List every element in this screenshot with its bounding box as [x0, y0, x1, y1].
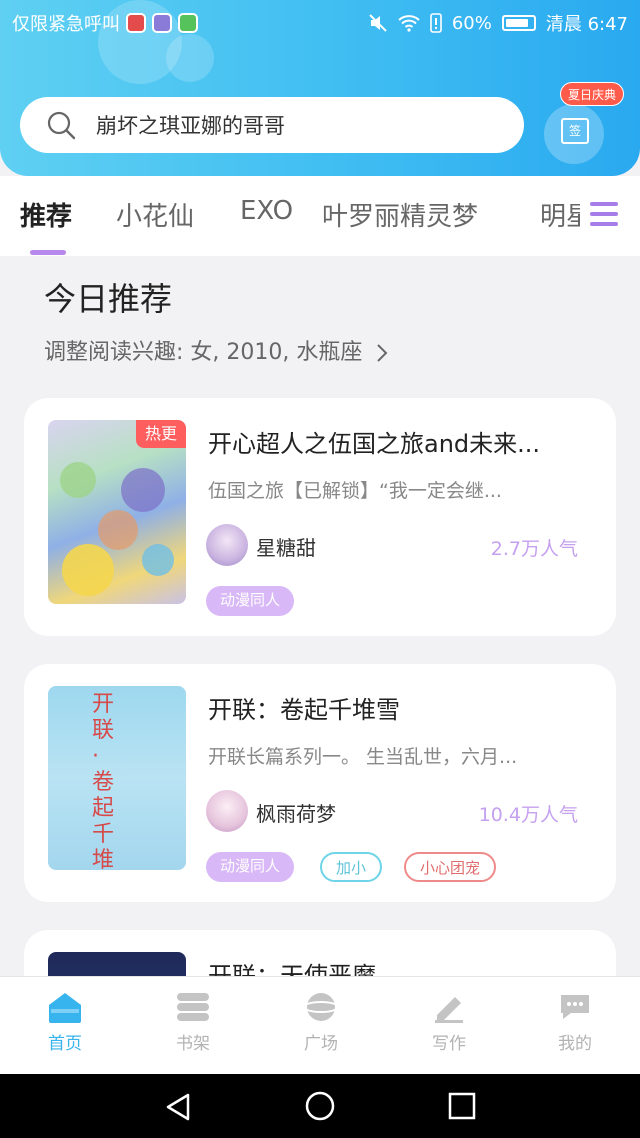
tag[interactable]: 加小: [320, 852, 383, 882]
tab-star[interactable]: 明星: [540, 196, 580, 233]
popularity-count: 2.7万人气: [490, 538, 578, 560]
book-title: 开联：卷起千堆雪: [208, 696, 400, 724]
recents-icon[interactable]: [448, 1092, 476, 1120]
nav-me[interactable]: 我的: [530, 991, 620, 1054]
search-icon: [47, 111, 76, 140]
notification-app-icon: [152, 13, 172, 33]
book-card[interactable]: 开联·卷起千堆雪 开联：卷起千堆雪 开联长篇系列一。 生当乱世，六月... 枫雨…: [24, 664, 616, 902]
tab-yeluoli[interactable]: 叶罗丽精灵梦: [322, 196, 478, 233]
tab-exo[interactable]: EXO: [240, 196, 293, 226]
pen-icon: [435, 997, 463, 1023]
popularity-count: 10.4万人气: [478, 804, 578, 826]
book-card[interactable]: 热更 开心超人之伍国之旅and未来... 伍国之旅【已解锁】“我一定会继... …: [24, 398, 616, 636]
category-tabs: 推荐 小花仙 EXO 叶罗丽精灵梦 明星: [0, 176, 640, 256]
mute-icon: [369, 14, 387, 32]
tag[interactable]: 动漫同人: [206, 586, 295, 616]
battery-percent: 60%: [451, 12, 492, 34]
planet-icon: [303, 993, 339, 1021]
carrier-text: 仅限紧急呼叫: [12, 14, 120, 35]
battery-icon: [501, 15, 536, 31]
avatar[interactable]: [206, 790, 248, 832]
notification-app-icon: [178, 13, 198, 33]
book-description: 伍国之旅【已解锁】“我一定会继...: [208, 480, 502, 502]
avatar[interactable]: [206, 524, 248, 566]
menu-icon[interactable]: [580, 202, 620, 234]
chevron-right-icon: [377, 344, 388, 362]
search-placeholder: 崩坏之琪亚娜的哥哥: [96, 114, 285, 138]
home-icon: [49, 993, 81, 1023]
search-bar[interactable]: 崩坏之琪亚娜的哥哥: [20, 97, 524, 153]
book-description: 开联长篇系列一。 生当乱世，六月...: [208, 746, 518, 768]
home-button-icon[interactable]: [304, 1090, 336, 1122]
tab-recommend[interactable]: 推荐: [20, 196, 72, 233]
section-title: 今日推荐: [44, 280, 173, 318]
nav-home[interactable]: 首页: [20, 991, 110, 1054]
author-name[interactable]: 枫雨荷梦: [256, 798, 336, 827]
system-navigation-bar: [0, 1074, 640, 1138]
tag[interactable]: 动漫同人: [206, 852, 295, 882]
hot-update-badge: 热更: [136, 420, 186, 448]
app-header: 仅限紧急呼叫 60% 清晨 6:47 崩坏之琪亚娜的哥哥 签 夏日庆典: [0, 0, 640, 176]
reading-interest-link[interactable]: 调整阅读兴趣: 女, 2010, 水瓶座: [44, 334, 389, 366]
active-tab-indicator: [30, 250, 66, 255]
wifi-icon: [398, 15, 420, 32]
check-in-button[interactable]: 签 夏日庆典: [544, 82, 624, 166]
chat-bubble-icon: [561, 995, 589, 1019]
cover-title: 开联·卷起千堆雪: [92, 692, 115, 870]
nav-bookshelf[interactable]: 书架: [148, 991, 238, 1054]
bottom-navigation: 首页 书架 广场 写作 我的: [0, 976, 640, 1074]
event-badge: 夏日庆典: [560, 82, 624, 106]
author-name[interactable]: 星糖甜: [256, 532, 316, 561]
book-cover: 热更: [48, 420, 186, 604]
tag[interactable]: 小心团宠: [404, 852, 497, 882]
tab-xiaohuaxian[interactable]: 小花仙: [116, 196, 194, 233]
nav-plaza[interactable]: 广场: [276, 991, 366, 1054]
alert-icon: [430, 13, 442, 33]
status-bar: 仅限紧急呼叫 60% 清晨 6:47: [0, 0, 640, 44]
book-title: 开心超人之伍国之旅and未来...: [208, 430, 541, 458]
notification-app-icon: [126, 13, 146, 33]
gift-icon: 签: [561, 118, 589, 144]
nav-write[interactable]: 写作: [404, 991, 494, 1054]
book-cover: 开联·卷起千堆雪: [48, 686, 186, 870]
clock: 清晨 6:47: [545, 14, 628, 35]
back-icon[interactable]: [164, 1092, 192, 1122]
bookshelf-icon: [177, 993, 209, 1021]
